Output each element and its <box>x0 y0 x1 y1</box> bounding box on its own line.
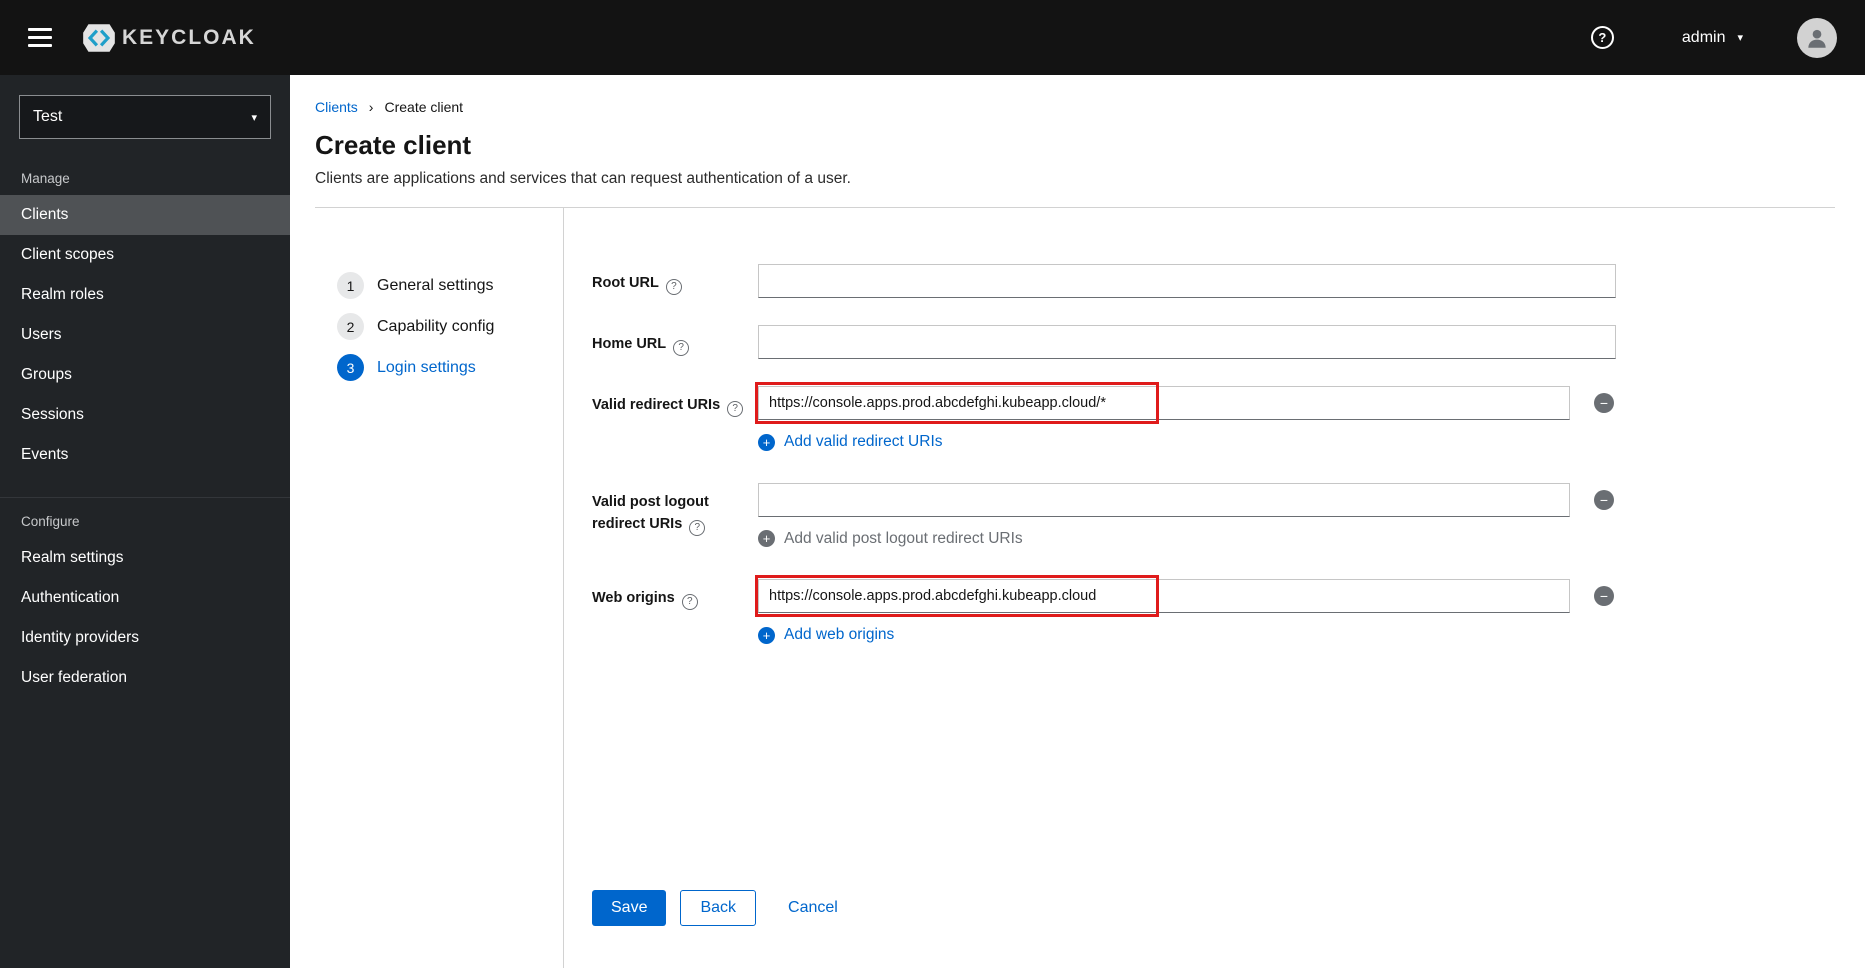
plus-circle-icon: + <box>758 626 775 644</box>
home-url-label: Home URL? <box>592 325 758 359</box>
valid-redirect-uri-input[interactable] <box>758 386 1570 420</box>
breadcrumb: Clients › Create client <box>315 99 1835 115</box>
top-bar: KEYCLOAK ? admin ▾ <box>0 0 1865 75</box>
add-link-label: Add web origins <box>784 626 895 643</box>
step-label: Login settings <box>377 358 476 376</box>
sidebar-item-realm-settings[interactable]: Realm settings <box>0 538 290 578</box>
form-row-valid-redirect-uris: Valid redirect URIs? − + Add vali <box>592 382 1825 452</box>
add-valid-redirect-uris-button[interactable]: + Add valid redirect URIs <box>758 433 943 451</box>
remove-web-origin-button[interactable]: − <box>1594 586 1614 606</box>
help-icon[interactable]: ? <box>1590 26 1614 49</box>
add-web-origins-button[interactable]: + Add web origins <box>758 626 894 644</box>
help-icon[interactable]: ? <box>665 278 682 295</box>
keycloak-logo-icon <box>80 19 118 57</box>
hamburger-menu-icon[interactable] <box>28 28 52 47</box>
realm-selector[interactable]: Test ▾ <box>19 95 271 139</box>
avatar[interactable] <box>1797 17 1837 58</box>
help-icon[interactable]: ? <box>673 339 690 356</box>
remove-post-logout-uri-button[interactable]: − <box>1594 489 1614 510</box>
help-icon[interactable]: ? <box>689 519 706 536</box>
sidebar-item-users[interactable]: Users <box>0 315 290 355</box>
keycloak-logo: KEYCLOAK <box>80 19 256 57</box>
brand-text: KEYCLOAK <box>122 25 256 49</box>
wizard-step-login-settings[interactable]: 3 Login settings <box>337 354 476 381</box>
sidebar-item-clients[interactable]: Clients <box>0 195 290 235</box>
breadcrumb-current: Create client <box>384 99 464 115</box>
form-row-post-logout-uris: Valid post logout redirect URIs? − + Add… <box>592 482 1825 549</box>
nav-group-configure: Configure Realm settings Authentication … <box>0 497 290 698</box>
form-row-home-url: Home URL? <box>592 325 1825 359</box>
nav-group-label: Manage <box>21 171 70 186</box>
sidebar-item-authentication[interactable]: Authentication <box>0 578 290 618</box>
post-logout-uris-label: Valid post logout redirect URIs? <box>592 483 758 549</box>
wizard-step-general-settings[interactable]: 1 General settings <box>337 272 494 299</box>
step-label: General settings <box>377 276 494 294</box>
root-url-input[interactable] <box>758 264 1616 298</box>
help-icon[interactable]: ? <box>727 400 744 417</box>
sidebar-item-groups[interactable]: Groups <box>0 355 290 395</box>
sidebar-item-events[interactable]: Events <box>0 435 290 475</box>
sidebar-item-identity-providers[interactable]: Identity providers <box>0 618 290 658</box>
user-menu[interactable]: admin ▾ <box>1676 28 1749 48</box>
web-origins-label: Web origins? <box>592 579 758 645</box>
step-label: Capability config <box>377 317 495 335</box>
add-link-label: Add valid post logout redirect URIs <box>784 529 1023 547</box>
valid-redirect-uris-label: Valid redirect URIs? <box>592 386 758 452</box>
step-number: 1 <box>337 272 364 299</box>
sidebar: Test ▾ Manage Clients Client scopes Real… <box>0 75 290 968</box>
plus-circle-icon: + <box>758 530 775 547</box>
plus-circle-icon: + <box>758 433 775 451</box>
minus-circle-icon: − <box>1599 491 1609 508</box>
post-logout-uri-input[interactable] <box>758 482 1570 517</box>
cancel-button[interactable]: Cancel <box>782 898 844 918</box>
root-url-label: Root URL? <box>592 264 758 298</box>
sidebar-item-user-federation[interactable]: User federation <box>0 658 290 698</box>
form-row-root-url: Root URL? <box>592 264 1825 298</box>
sidebar-item-sessions[interactable]: Sessions <box>0 395 290 435</box>
form-actions: Save Back Cancel <box>592 890 1825 926</box>
nav-group-manage: Manage Clients Client scopes Realm roles… <box>0 155 290 475</box>
home-url-input[interactable] <box>758 325 1616 359</box>
form-row-web-origins: Web origins? − + Add web origins <box>592 575 1825 645</box>
wizard-nav: 1 General settings 2 Capability config 3… <box>290 208 564 968</box>
web-origins-input[interactable] <box>758 579 1570 613</box>
back-button[interactable]: Back <box>680 890 757 926</box>
realm-name: Test <box>33 108 63 125</box>
username: admin <box>1681 28 1726 46</box>
step-number: 3 <box>337 354 364 381</box>
nav-group-label: Configure <box>21 514 80 529</box>
add-post-logout-uris-button[interactable]: + Add valid post logout redirect URIs <box>758 530 1023 548</box>
step-number: 2 <box>337 313 364 340</box>
breadcrumb-separator-icon: › <box>368 99 374 115</box>
sidebar-item-client-scopes[interactable]: Client scopes <box>0 235 290 275</box>
page-subtitle: Clients are applications and services th… <box>315 170 851 187</box>
remove-redirect-uri-button[interactable]: − <box>1594 393 1614 413</box>
sidebar-item-realm-roles[interactable]: Realm roles <box>0 275 290 315</box>
chevron-down-icon: ▾ <box>251 111 257 124</box>
wizard-step-capability-config[interactable]: 2 Capability config <box>337 313 494 340</box>
login-settings-form: Root URL? Home URL? Valid redirect URIs … <box>564 208 1865 968</box>
breadcrumb-link-clients[interactable]: Clients <box>315 99 358 115</box>
chevron-down-icon: ▾ <box>1737 32 1743 44</box>
page-title: Create client <box>315 130 472 160</box>
help-icon[interactable]: ? <box>681 593 698 610</box>
save-button[interactable]: Save <box>592 890 667 926</box>
add-link-label: Add valid redirect URIs <box>784 433 943 450</box>
minus-circle-icon: − <box>1599 395 1609 411</box>
minus-circle-icon: − <box>1599 588 1609 604</box>
main-content: Clients › Create client Create client Cl… <box>290 75 1865 968</box>
